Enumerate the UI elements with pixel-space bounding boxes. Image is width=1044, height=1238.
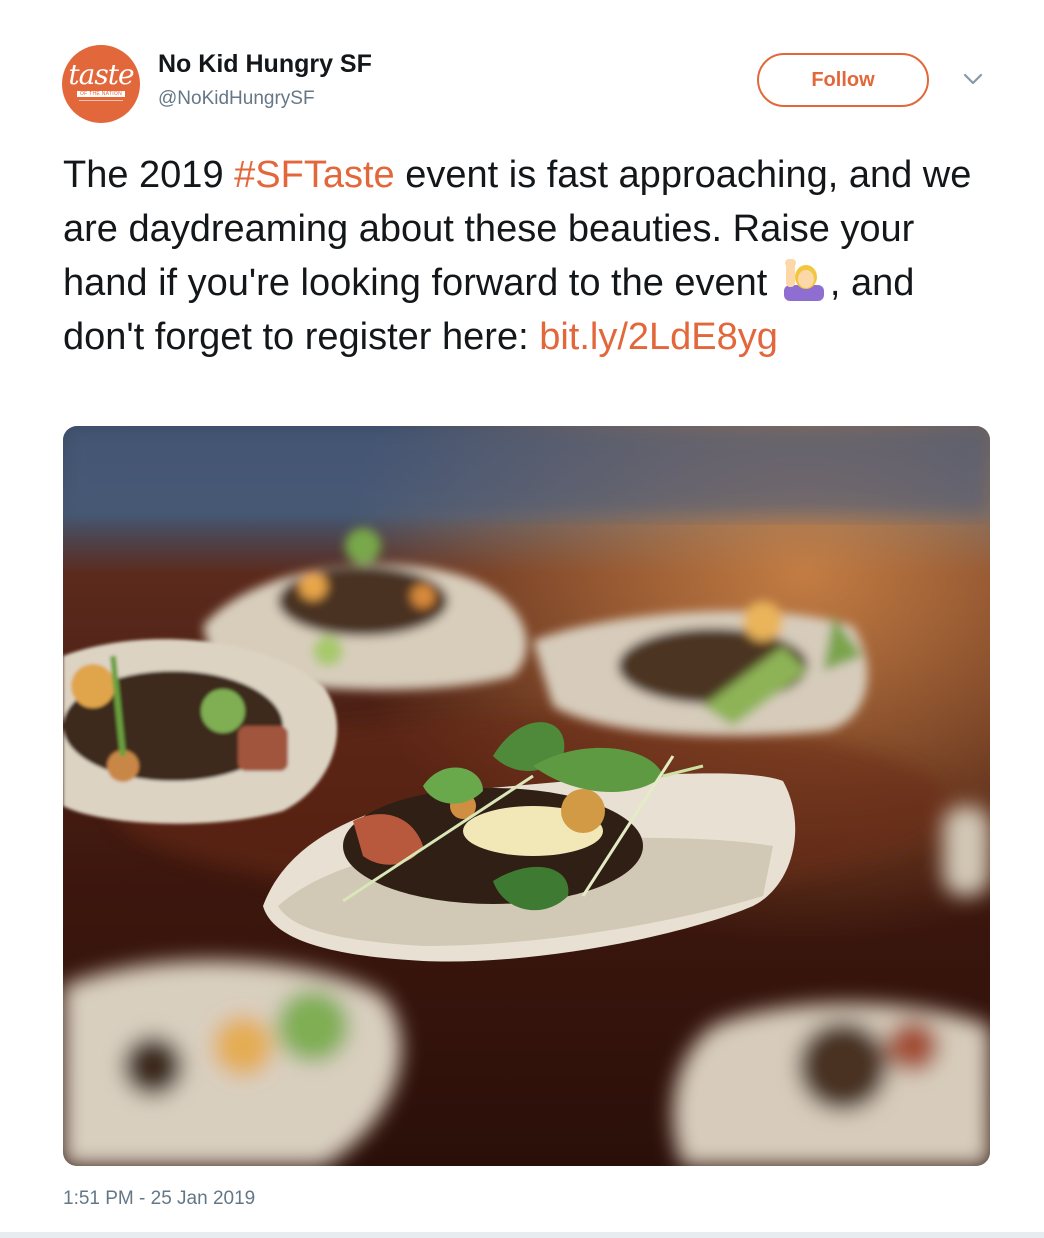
food-photo[interactable] xyxy=(63,426,990,1166)
avatar-logo-text: taste xyxy=(68,57,134,91)
user-handle[interactable]: @NoKidHungrySF xyxy=(158,88,315,110)
divider xyxy=(0,1232,1044,1238)
avatar-logo-subtext: OF THE NATION xyxy=(76,90,126,97)
follow-button[interactable]: Follow xyxy=(757,53,929,107)
avatar[interactable]: taste OF THE NATION xyxy=(62,45,140,123)
hashtag-link[interactable]: #SFTaste xyxy=(234,154,395,196)
chevron-down-icon[interactable] xyxy=(962,72,984,86)
display-name[interactable]: No Kid Hungry SF xyxy=(158,50,372,79)
tweet-timestamp[interactable]: 1:51 PM - 25 Jan 2019 xyxy=(63,1188,255,1210)
tweet-text: The 2019 #SFTaste event is fast approach… xyxy=(63,148,998,364)
avatar-logo-line xyxy=(79,99,123,101)
tweet-text-part: The 2019 xyxy=(63,154,235,196)
register-link[interactable]: bit.ly/2LdE8yg xyxy=(539,316,778,358)
person-raising-hand-icon xyxy=(783,259,824,301)
